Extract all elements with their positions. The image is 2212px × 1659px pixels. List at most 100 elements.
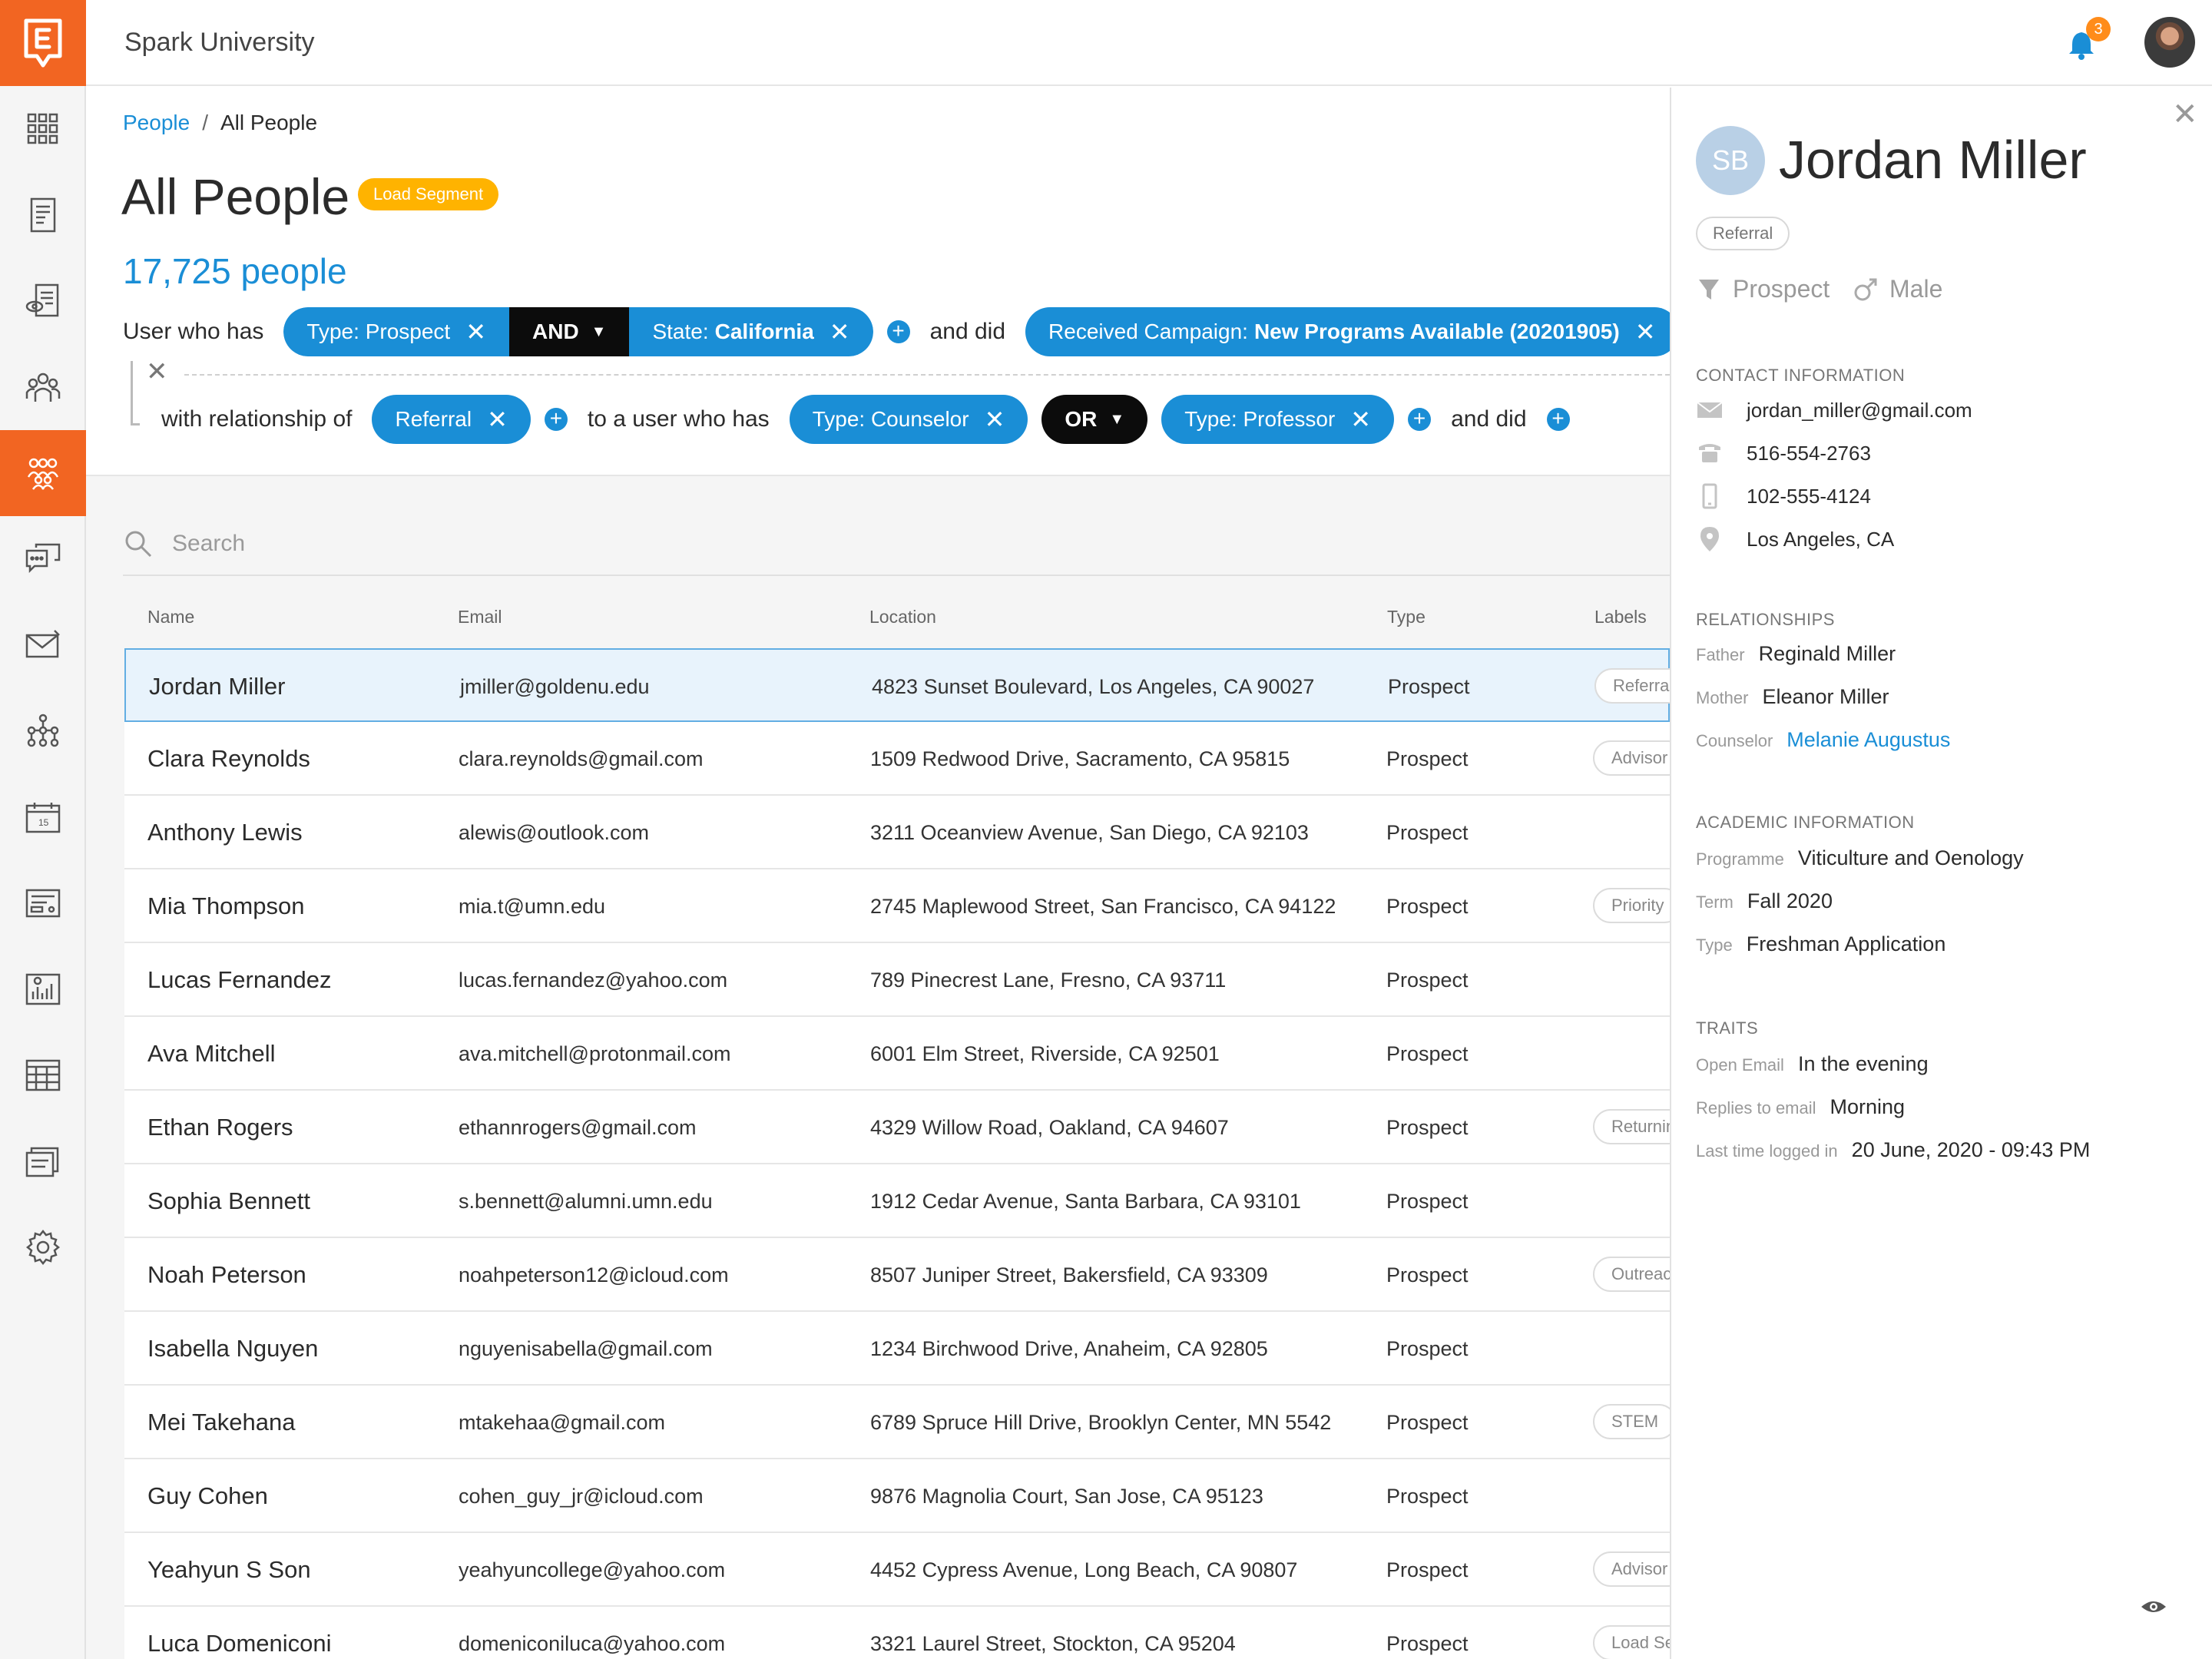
remove-chip-icon[interactable]: ✕: [487, 405, 508, 434]
nav-messages[interactable]: [0, 516, 86, 602]
nav-tables[interactable]: [0, 1032, 86, 1118]
column-header-email[interactable]: Email: [458, 607, 502, 628]
cell-email: noahpeterson12@icloud.com: [459, 1263, 729, 1286]
nav-email[interactable]: [0, 602, 86, 688]
cell-email: jmiller@goldenu.edu: [460, 675, 650, 698]
cell-location: 3321 Laurel Street, Stockton, CA 95204: [870, 1632, 1236, 1655]
eye-icon[interactable]: [2140, 1593, 2167, 1621]
person-detail-panel: ✕ SB Jordan Miller Referral Prospect Mal…: [1670, 88, 2212, 1659]
nav-workflows[interactable]: [0, 688, 86, 774]
breadcrumb-people-link[interactable]: People: [123, 111, 190, 134]
counselor-link[interactable]: Melanie Augustus: [1786, 728, 1950, 752]
nav-settings[interactable]: [0, 1204, 86, 1290]
user-avatar[interactable]: [2144, 17, 2195, 68]
contact-phone[interactable]: 516-554-2763: [1747, 442, 1871, 465]
phone-icon: [1699, 444, 1720, 462]
add-action-button[interactable]: +: [1546, 408, 1570, 431]
cell-location: 8507 Juniper Street, Bakersfield, CA 933…: [870, 1263, 1268, 1286]
cell-name: Luca Domeniconi: [147, 1630, 332, 1657]
cell-email: mtakehaa@gmail.com: [459, 1411, 666, 1434]
table-row[interactable]: Mia Thompson mia.t@umn.edu 2745 Maplewood …: [124, 869, 1683, 943]
app-logo[interactable]: [0, 0, 86, 86]
contact-mobile[interactable]: 102-555-4124: [1747, 485, 1871, 508]
status-label: Prospect: [1733, 275, 1830, 303]
contact-location-row: Los Angeles, CA: [1696, 525, 1894, 553]
table-row[interactable]: Clara Reynolds clara.reynolds@gmail.com 15…: [124, 722, 1687, 796]
filter-chip-campaign[interactable]: Received Campaign: New Programs Available…: [1025, 307, 1679, 356]
cell-type: Prospect: [1386, 1632, 1469, 1655]
filter-chip-professor[interactable]: Type: Professor ✕: [1161, 395, 1395, 444]
table-row[interactable]: Lucas Fernandez lucas.fernandez@yahoo.com…: [124, 943, 1670, 1017]
nav-dashboard[interactable]: [0, 86, 86, 172]
nav-reports[interactable]: [0, 946, 86, 1032]
table-row[interactable]: Sophia Bennett s.bennett@alumni.umn.edu 19…: [124, 1164, 1670, 1238]
table-row[interactable]: Jordan Miller jmiller@goldenu.edu 4823 Sun…: [124, 648, 1692, 722]
column-header-type[interactable]: Type: [1387, 607, 1426, 628]
people-count: 17,725 people: [123, 251, 347, 291]
remove-chip-icon[interactable]: ✕: [1350, 405, 1371, 434]
cell-location: 789 Pinecrest Lane, Fresno, CA 93711: [870, 969, 1227, 992]
nav-documents[interactable]: [0, 172, 86, 258]
remove-chip-icon[interactable]: ✕: [465, 317, 486, 346]
table-row[interactable]: Guy Cohen cohen_guy_jr@icloud.com 9876 Mag…: [124, 1459, 1670, 1533]
cell-location: 4452 Cypress Avenue, Long Beach, CA 9080…: [870, 1558, 1298, 1581]
table-row[interactable]: Yeahyun S Son yeahyuncollege@yahoo.com 445…: [124, 1533, 1687, 1607]
operator-dropdown[interactable]: AND ▼: [509, 307, 630, 356]
add-relationship-button[interactable]: +: [544, 408, 568, 431]
field-label: Replies to email: [1696, 1098, 1816, 1118]
add-condition-button[interactable]: +: [886, 320, 910, 343]
contact-location: Los Angeles, CA: [1747, 527, 1895, 551]
trait-replies: Replies to email Morning: [1696, 1095, 1905, 1119]
close-icon[interactable]: ✕: [2172, 97, 2198, 132]
column-header-location[interactable]: Location: [869, 607, 936, 628]
cell-name: Ethan Rogers: [147, 1114, 293, 1141]
nav-files[interactable]: [0, 1118, 86, 1204]
main-content: People / All People All People Load Segmen…: [86, 88, 1740, 1659]
person-gender: Male: [1853, 275, 1942, 303]
document-eye-icon: [25, 283, 59, 317]
nav-people[interactable]: [0, 430, 86, 516]
filter-chip-state[interactable]: State: California ✕: [629, 307, 873, 356]
table-row[interactable]: Mei Takehana mtakehaa@gmail.com 6789 Spruc…: [124, 1386, 1677, 1459]
nav-calendar[interactable]: 15: [0, 774, 86, 860]
cell-type: Prospect: [1386, 821, 1469, 844]
table-row[interactable]: Noah Peterson noahpeterson12@icloud.com 85…: [124, 1238, 1700, 1312]
table-row[interactable]: Ava Mitchell ava.mitchell@protonmail.com 6…: [124, 1017, 1670, 1091]
filter-chip-counselor[interactable]: Type: Counselor ✕: [789, 395, 1028, 444]
filter-chip-relationship[interactable]: Referral ✕: [372, 395, 531, 444]
load-segment-button[interactable]: Load Segment: [358, 178, 499, 210]
to-user-label: to a user who has: [587, 406, 770, 432]
cell-location: 2745 Maplewood Street, San Francisco, CA…: [870, 895, 1336, 918]
operator-dropdown-or[interactable]: OR ▼: [1041, 395, 1148, 444]
remove-chip-icon[interactable]: ✕: [1635, 317, 1656, 346]
search-input[interactable]: [172, 522, 1555, 565]
filter-prefix: User who has: [123, 319, 264, 344]
remove-chip-icon[interactable]: ✕: [830, 317, 850, 346]
contact-mobile-row: 102-555-4124: [1696, 482, 1871, 510]
location-pin-icon: [1700, 527, 1719, 551]
field-value: In the evening: [1797, 1052, 1929, 1075]
breadcrumb-separator: /: [202, 111, 208, 134]
nav-teams[interactable]: [0, 344, 86, 430]
table-row[interactable]: Ethan Rogers ethannrogers@gmail.com 4329 W…: [124, 1091, 1704, 1164]
table-row[interactable]: Isabella Nguyen nguyenisabella@gmail.com 1…: [124, 1312, 1670, 1386]
remove-relationship-icon[interactable]: ✕: [146, 356, 168, 387]
column-header-labels[interactable]: Labels: [1594, 607, 1647, 628]
table-row[interactable]: Luca Domeniconi domeniconiluca@yahoo.com 3…: [124, 1607, 1740, 1659]
field-value: Reginald Miller: [1758, 642, 1896, 665]
field-value: Viticulture and Oenology: [1797, 846, 2024, 869]
sidebar: 15: [0, 0, 86, 1659]
nav-forms[interactable]: [0, 860, 86, 946]
nav-reviews[interactable]: [0, 258, 86, 344]
contact-email[interactable]: jordan_miller@gmail.com: [1747, 399, 1972, 422]
chip-value: Prospect: [365, 320, 451, 343]
column-header-name[interactable]: Name: [147, 607, 194, 628]
hierarchy-icon: [27, 714, 59, 747]
add-condition-button[interactable]: +: [1408, 408, 1432, 431]
table-row[interactable]: Anthony Lewis alewis@outlook.com 3211 Ocea…: [124, 796, 1670, 869]
cell-type: Prospect: [1386, 895, 1469, 918]
remove-chip-icon[interactable]: ✕: [985, 405, 1005, 434]
field-label: Open Email: [1696, 1055, 1784, 1075]
filter-chip-type[interactable]: Type: Prospect ✕: [283, 307, 509, 356]
relationship-prefix: with relationship of: [161, 406, 353, 432]
